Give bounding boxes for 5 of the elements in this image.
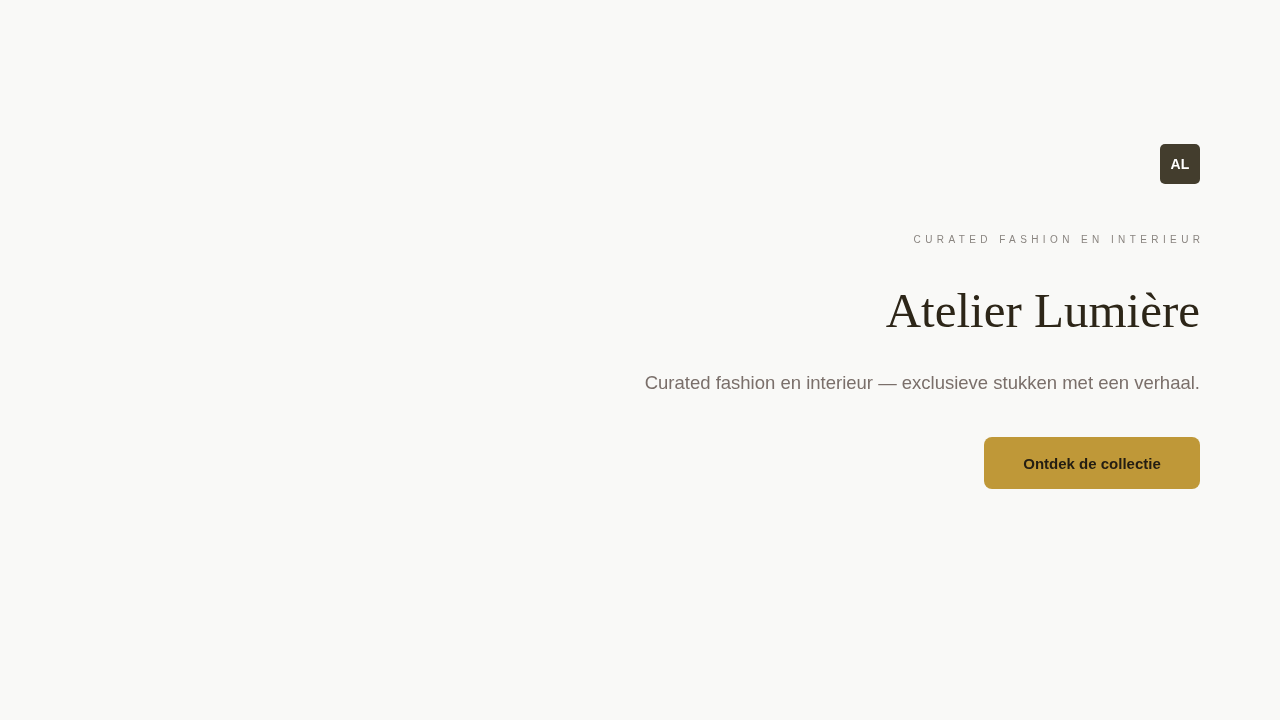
hero-subtitle: Curated fashion en interieur — exclusieve stukken met een verhaal. (644, 371, 1200, 395)
logo: AL (1160, 144, 1200, 184)
eyebrow-text: CURATED FASHION EN INTERIEUR (913, 233, 1205, 247)
collection-button[interactable]: Ontdek de collectie (984, 437, 1200, 489)
hero-title: Atelier Lumière (885, 283, 1200, 339)
